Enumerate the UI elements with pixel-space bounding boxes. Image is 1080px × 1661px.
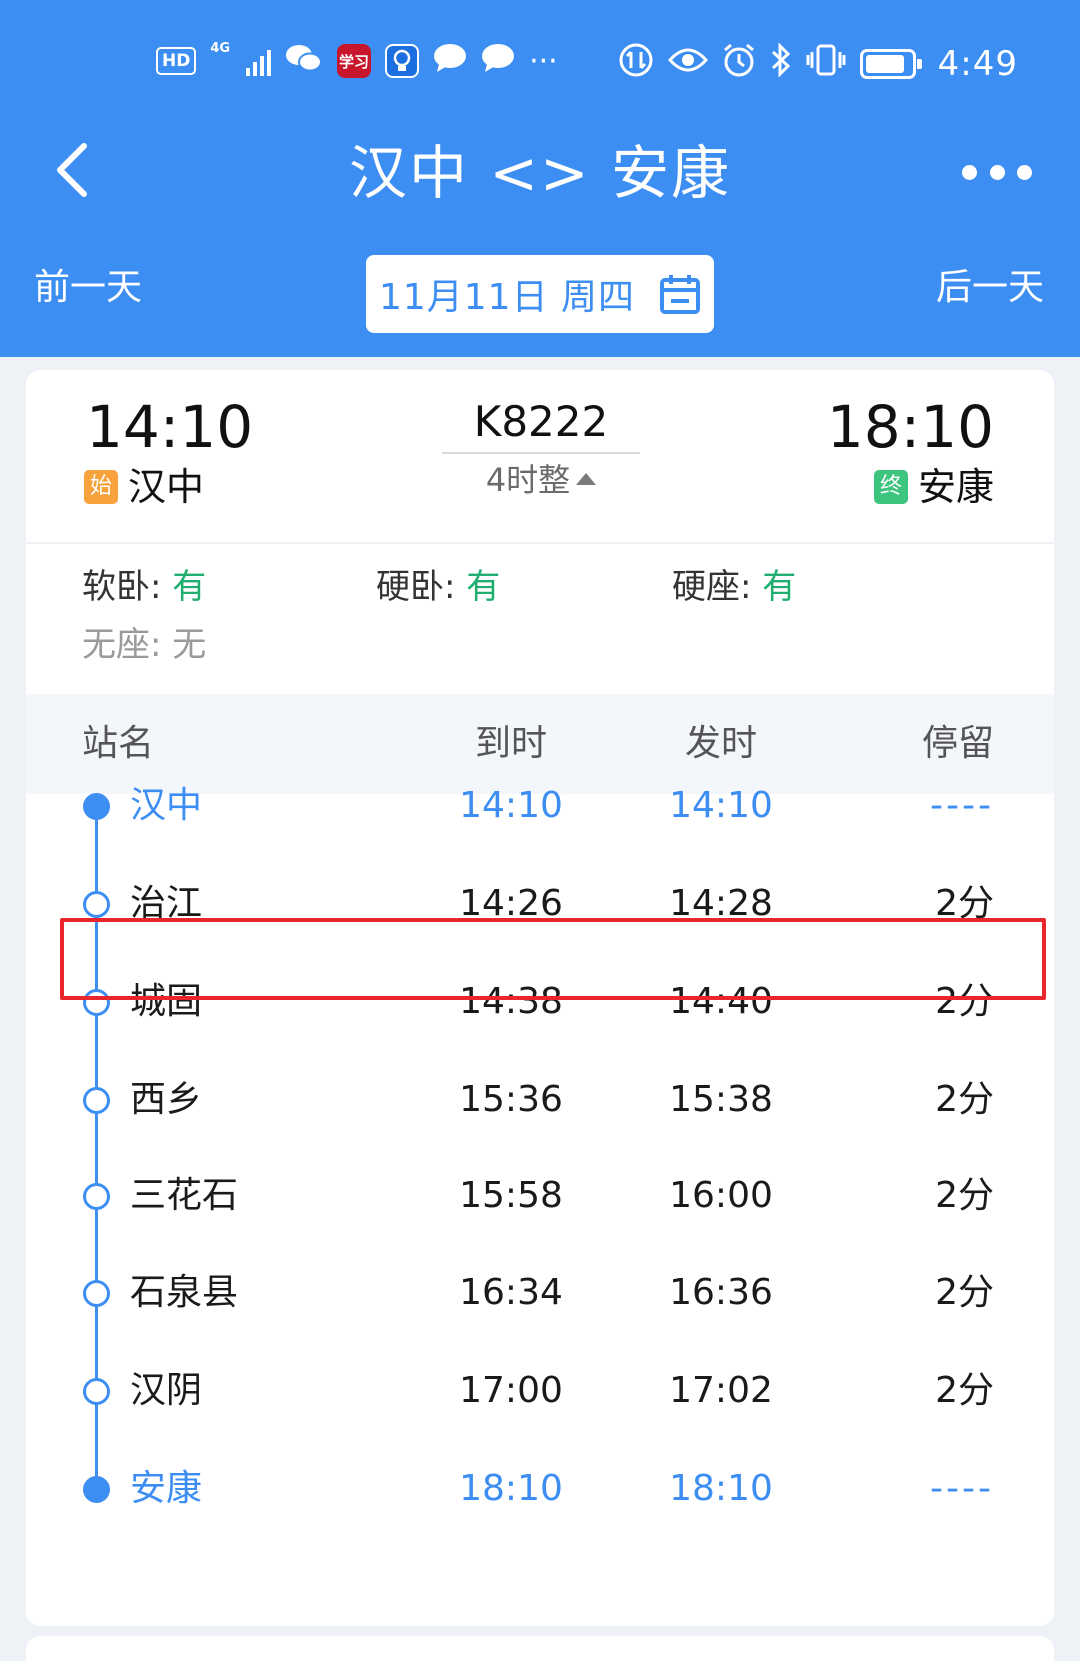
selected-date: 11月11日 周四 bbox=[378, 277, 636, 318]
seat-label: 软卧: bbox=[82, 567, 173, 607]
calendar-icon bbox=[660, 275, 701, 314]
stop-dot-icon bbox=[83, 891, 110, 918]
station-name: 石泉县 bbox=[130, 1272, 239, 1313]
next-day-button[interactable]: 后一天 bbox=[936, 264, 1044, 312]
seat-soft-sleeper: 软卧: 有 bbox=[82, 564, 206, 610]
arrive-time: 18:10 bbox=[459, 1468, 563, 1509]
stop-dot-icon bbox=[83, 793, 110, 820]
station-name: 西乡 bbox=[130, 1079, 203, 1120]
station-name: 三花石 bbox=[130, 1175, 239, 1216]
depart-time: 16:36 bbox=[669, 1272, 773, 1313]
seat-availability: 软卧: 有 硬卧: 有 硬座: 有 无座: 无 bbox=[26, 542, 1054, 694]
chat-icon bbox=[481, 42, 515, 80]
arrive-time: 15:58 bbox=[459, 1175, 563, 1216]
departure-time: 14:10 bbox=[86, 393, 254, 461]
seat-hard-sleeper: 硬卧: 有 bbox=[376, 564, 500, 610]
arrival-time: 18:10 bbox=[826, 393, 994, 461]
table-row: 三花石 15:58 16:00 2分 bbox=[26, 1146, 1054, 1248]
xuexi-app-icon: 学习 bbox=[337, 44, 372, 78]
seat-standing: 无座: 无 bbox=[82, 622, 206, 668]
arrive-time: 14:10 bbox=[459, 785, 563, 826]
battery-icon bbox=[859, 49, 922, 79]
network-type: 4G bbox=[210, 41, 231, 56]
stop-duration: 2分 bbox=[935, 1079, 994, 1120]
station-name: 汉阴 bbox=[130, 1370, 203, 1411]
next-card-peek bbox=[26, 1636, 1054, 1661]
vibrate-icon bbox=[806, 43, 846, 85]
more-options-button[interactable] bbox=[962, 160, 1032, 184]
wechat-icon bbox=[285, 42, 323, 80]
arrive-time: 17:00 bbox=[459, 1370, 563, 1411]
arrival-station-name: 安康 bbox=[917, 465, 994, 509]
more-notifications-icon: ··· bbox=[529, 43, 558, 79]
more-dot-icon bbox=[1017, 164, 1032, 180]
arrival-station: 终 安康 bbox=[873, 462, 994, 512]
table-row: 安康 18:10 18:10 ---- bbox=[26, 1439, 1054, 1541]
seat-status: 无 bbox=[172, 625, 207, 665]
lightbulb-app-icon bbox=[385, 44, 420, 78]
duration-text: 4时整 bbox=[485, 461, 571, 499]
depart-time: 17:02 bbox=[669, 1370, 773, 1411]
date-picker-button[interactable]: 11月11日 周四 bbox=[366, 255, 714, 333]
more-dot-icon bbox=[989, 164, 1005, 180]
seat-hard-seat: 硬座: 有 bbox=[672, 564, 796, 610]
stop-dot-icon bbox=[83, 1183, 110, 1210]
duration-toggle[interactable]: 4时整 bbox=[442, 458, 640, 502]
status-bar-right: 4:49 bbox=[618, 42, 1018, 86]
prev-day-button[interactable]: 前一天 bbox=[34, 264, 142, 312]
alarm-icon bbox=[722, 42, 756, 86]
back-button[interactable] bbox=[48, 140, 96, 200]
stop-duration: ---- bbox=[930, 785, 994, 826]
status-bar: HD 4G 学习 ··· 4:49 bbox=[0, 38, 1080, 90]
station-name: 汉中 bbox=[130, 785, 203, 826]
app-header: HD 4G 学习 ··· 4:49 汉中 <> 安康 前一天 11月11日 周四… bbox=[0, 0, 1080, 357]
station-name: 安康 bbox=[130, 1468, 203, 1509]
arrive-time: 16:34 bbox=[459, 1272, 563, 1313]
more-dot-icon bbox=[962, 164, 977, 180]
stop-dot-icon bbox=[83, 1280, 110, 1307]
data-saver-icon bbox=[618, 42, 654, 86]
signal-icon bbox=[246, 46, 272, 76]
page-title: 汉中 <> 安康 bbox=[348, 139, 732, 207]
seat-label: 硬座: bbox=[672, 567, 763, 607]
end-badge: 终 bbox=[873, 470, 908, 504]
hd-indicator: HD bbox=[156, 47, 197, 75]
start-badge: 始 bbox=[84, 470, 118, 504]
stop-dot-icon bbox=[83, 1087, 110, 1114]
table-row: 西乡 15:36 15:38 2分 bbox=[26, 1050, 1054, 1152]
stop-dot-icon bbox=[83, 1378, 110, 1405]
seat-status: 有 bbox=[762, 567, 797, 607]
caret-up-icon bbox=[576, 473, 597, 485]
seat-label: 无座: bbox=[82, 625, 173, 665]
arrive-time: 15:36 bbox=[459, 1079, 563, 1120]
stop-duration: 2分 bbox=[935, 1370, 994, 1411]
departure-station-name: 汉中 bbox=[128, 465, 205, 509]
table-row: 汉中 14:10 14:10 ---- bbox=[26, 756, 1054, 858]
table-row: 汉阴 17:00 17:02 2分 bbox=[26, 1341, 1054, 1443]
bluetooth-icon bbox=[770, 42, 792, 86]
depart-time: 18:10 bbox=[669, 1468, 773, 1509]
stop-dot-icon bbox=[83, 1476, 110, 1503]
train-number: K8222 bbox=[442, 394, 640, 454]
eye-comfort-icon bbox=[667, 46, 708, 82]
depart-time: 15:38 bbox=[669, 1079, 773, 1120]
depart-time: 16:00 bbox=[669, 1175, 773, 1216]
stop-duration: ---- bbox=[930, 1468, 994, 1509]
seat-label: 硬卧: bbox=[376, 567, 467, 607]
departure-station: 始 汉中 bbox=[84, 462, 204, 512]
seat-status: 有 bbox=[172, 567, 207, 607]
table-row: 石泉县 16:34 16:36 2分 bbox=[26, 1243, 1054, 1345]
seat-status: 有 bbox=[466, 567, 501, 607]
depart-time: 14:10 bbox=[669, 785, 773, 826]
highlight-box bbox=[60, 918, 1046, 1000]
stop-duration: 2分 bbox=[935, 1272, 994, 1313]
clock: 4:49 bbox=[937, 44, 1018, 84]
message-icon bbox=[433, 42, 467, 80]
status-bar-left: HD 4G 学习 ··· bbox=[156, 42, 558, 80]
stop-duration: 2分 bbox=[935, 1175, 994, 1216]
chevron-left-icon bbox=[57, 143, 87, 197]
